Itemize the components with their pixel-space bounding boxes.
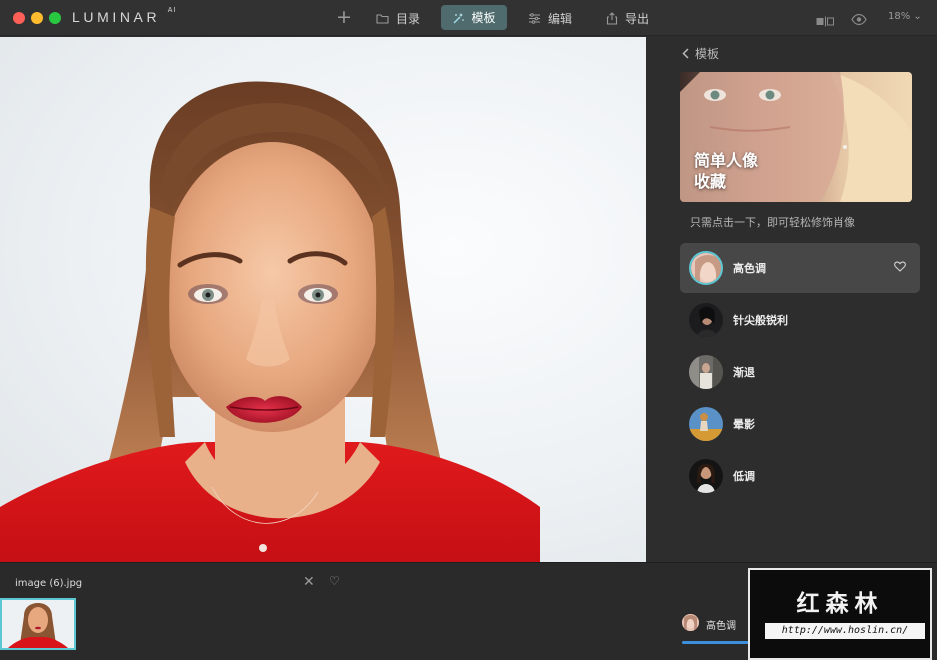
chevron-left-icon — [682, 48, 689, 59]
preset-thumbnail — [689, 407, 723, 441]
watermark-title: 红森林 — [796, 591, 884, 617]
preset-item-low-key[interactable]: 低调 — [680, 451, 920, 501]
preset-item-needle-sharp[interactable]: 针尖般锐利 — [680, 295, 920, 345]
close-window-button[interactable] — [13, 12, 25, 24]
applied-preset-thumbnail — [682, 614, 699, 631]
tab-edit-label: 编辑 — [548, 11, 573, 26]
back-label: 模板 — [695, 47, 720, 61]
app-logo-suffix: AI — [167, 7, 177, 15]
preset-item-high-key[interactable]: 高色调 — [680, 243, 920, 293]
sliders-icon — [529, 12, 540, 24]
tab-catalog[interactable]: 目录 — [376, 8, 420, 28]
tab-export[interactable]: 导出 — [606, 8, 649, 28]
preset-thumbnail — [689, 355, 723, 389]
zoom-level: 18% — [888, 11, 911, 22]
chevron-down-icon: ⌄ — [913, 11, 922, 22]
folder-icon — [376, 13, 389, 24]
preset-label: 晕影 — [733, 418, 755, 431]
title-bar: LUMINAR AI + 目录 模板 编辑 导出 18% ⌄ — [0, 0, 937, 36]
minimize-window-button[interactable] — [31, 12, 43, 24]
portrait-photo — [0, 81, 540, 562]
favorite-icon[interactable]: ♡ — [329, 574, 340, 588]
preset-thumbnail — [689, 251, 723, 285]
app-logo-text: LUMINAR — [72, 9, 161, 25]
zoom-dropdown[interactable]: 18% ⌄ — [888, 11, 922, 22]
filmstrip-thumbnail[interactable] — [0, 598, 76, 650]
collection-title: 简单人像 收藏 — [694, 151, 759, 191]
tab-catalog-label: 目录 — [396, 11, 421, 26]
tab-templates[interactable]: 模板 — [441, 5, 507, 30]
file-name: image (6).jpg — [15, 578, 83, 589]
applied-preset-name: 高色调 — [706, 621, 736, 632]
preset-label: 针尖般锐利 — [733, 314, 788, 327]
site-watermark: 红森林 http://www.hoslin.cn/ — [748, 568, 932, 660]
preset-thumbnail — [689, 459, 723, 493]
templates-panel: 模板 简单人像 收藏 只需点击一下，即可轻松修饰肖像 高色调 针尖般锐利 渐退 … — [646, 37, 937, 562]
magic-wand-icon — [453, 12, 465, 23]
reject-icon[interactable]: ✕ — [303, 574, 315, 590]
zoom-window-button[interactable] — [49, 12, 61, 24]
preset-label: 低调 — [733, 470, 755, 483]
app-logo: LUMINAR AI — [72, 7, 177, 25]
filmstrip: image (6).jpg ✕ ♡ — [0, 562, 663, 660]
preset-label: 高色调 — [733, 262, 766, 275]
eye-icon[interactable] — [851, 11, 867, 26]
heart-outline-icon[interactable] — [894, 261, 906, 275]
add-photos-button[interactable]: + — [336, 7, 352, 27]
photo-canvas[interactable] — [0, 37, 646, 562]
collection-description: 只需点击一下，即可轻松修饰肖像 — [690, 216, 855, 229]
preset-item-vignette[interactable]: 晕影 — [680, 399, 920, 449]
tab-edit[interactable]: 编辑 — [528, 8, 572, 28]
back-to-templates[interactable]: 模板 — [682, 45, 719, 62]
tab-export-label: 导出 — [625, 11, 650, 26]
luminar-app-window: LUMINAR AI + 目录 模板 编辑 导出 18% ⌄ image (6)… — [0, 0, 937, 660]
collection-hero-card: 简单人像 收藏 — [680, 72, 912, 202]
preset-label: 渐退 — [733, 366, 755, 379]
preset-thumbnail — [689, 303, 723, 337]
watermark-url: http://www.hoslin.cn/ — [765, 623, 925, 639]
tab-templates-label: 模板 — [471, 11, 496, 25]
preset-item-fade[interactable]: 渐退 — [680, 347, 920, 397]
share-icon — [606, 11, 618, 25]
compare-icon[interactable] — [816, 12, 834, 27]
